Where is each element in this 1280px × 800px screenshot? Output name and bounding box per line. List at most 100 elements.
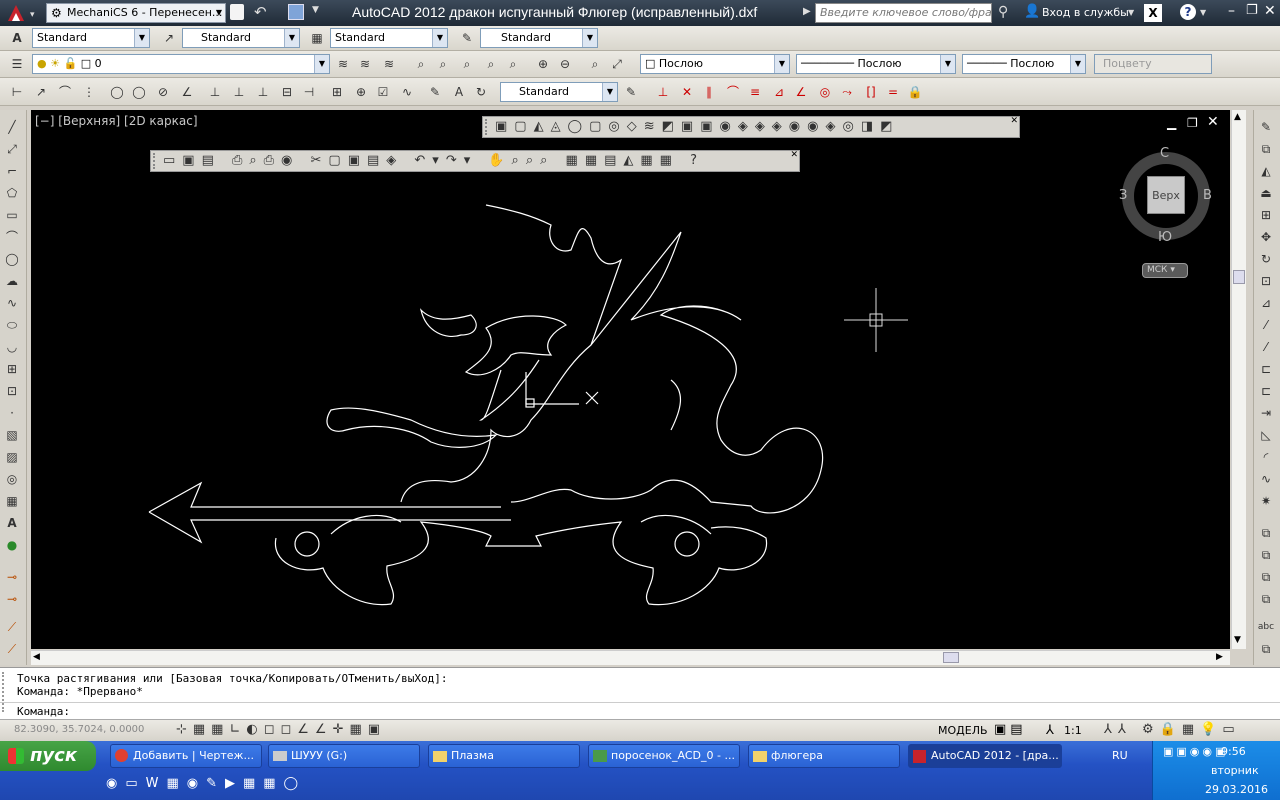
mechanics-parallel-icon[interactable]: ∥	[700, 83, 718, 101]
linetype-combo[interactable]: ──────── Послою ▼	[796, 54, 956, 74]
draworder-back-icon[interactable]: ⧉	[1257, 568, 1275, 586]
signin-link[interactable]: Вход в службы	[1042, 6, 1129, 19]
trim-icon[interactable]: ⁄	[1257, 316, 1275, 334]
dim-style-icon[interactable]: ↗	[160, 29, 178, 47]
viewcube[interactable]: Верх С Ю З В	[1119, 146, 1212, 245]
zoom-realtime-icon[interactable]: ⌕	[412, 55, 430, 73]
layout-icons[interactable]: ▣▤	[994, 722, 1027, 737]
expand-arrow-icon[interactable]: ▶	[803, 6, 811, 17]
text-order-icon[interactable]: abc	[1257, 618, 1275, 636]
angular-dim-icon[interactable]: ∠	[178, 83, 196, 101]
help-search-input[interactable]: Введите ключевое слово/фразу	[815, 3, 992, 23]
color-combo[interactable]: □ Послою ▼	[640, 54, 790, 74]
mechanics-bracket-icon[interactable]: []	[862, 83, 880, 101]
compass-west[interactable]: З	[1119, 188, 1127, 203]
mirror-icon[interactable]: ◭	[1257, 162, 1275, 180]
compass-east[interactable]: В	[1203, 188, 1212, 203]
baseline-dim-icon[interactable]: ⊥	[230, 83, 248, 101]
layer-previous-icon[interactable]: ≋	[356, 55, 374, 73]
dim-style-combo[interactable]: Standard ▼	[182, 28, 300, 48]
status-tray-icons[interactable]: ⅄⅄ ⚙🔒▦💡▭	[1104, 722, 1241, 737]
rectangle-icon[interactable]: ▭	[3, 206, 21, 224]
minimize-icon[interactable]: –	[1228, 3, 1235, 19]
help-dropdown-icon[interactable]: ▼	[1200, 8, 1206, 17]
vertical-scrollbar[interactable]: ▲ ▼	[1231, 110, 1246, 649]
coordinate-readout[interactable]: 82.3090, 35.7024, 0.0000	[14, 724, 144, 735]
ellipse-arc-icon[interactable]: ◡	[3, 338, 21, 356]
gradient-icon[interactable]: ▨	[3, 448, 21, 466]
fillet-icon[interactable]: ◜	[1257, 448, 1275, 466]
task-folder-weathervanes[interactable]: флюгера	[748, 744, 900, 768]
customize-qat-icon[interactable]: ▼	[312, 5, 319, 15]
model-toggle[interactable]: МОДЕЛЬ	[938, 724, 988, 737]
toolbar-grip[interactable]	[485, 119, 491, 135]
restore-icon[interactable]: ❐	[1246, 3, 1258, 18]
move-icon[interactable]: ✥	[1257, 228, 1275, 246]
draworder-above-icon[interactable]: ⧉	[1257, 590, 1275, 608]
zoom-out-icon[interactable]: ⊖	[556, 55, 574, 73]
scroll-right-icon[interactable]: ▶	[1216, 652, 1223, 662]
jogged-linear-icon[interactable]: ∿	[398, 83, 416, 101]
quick-dim-icon[interactable]: ⊥	[206, 83, 224, 101]
zoom-extents-icon[interactable]: ⤢	[608, 55, 626, 73]
layer-current-icon[interactable]: ≋	[334, 55, 352, 73]
explode-icon[interactable]: ✷	[1257, 492, 1275, 510]
dim-style-manager-icon[interactable]: ✎	[622, 83, 640, 101]
copy-icon[interactable]: ⧉	[1257, 140, 1275, 158]
new-file-icon[interactable]	[230, 4, 244, 20]
layer-state-icon[interactable]: ≋	[380, 55, 398, 73]
snap-nearest-icon[interactable]: ⟋	[3, 640, 21, 658]
break-icon[interactable]: ⊏	[1257, 382, 1275, 400]
undo-icon[interactable]: ↶	[254, 3, 267, 21]
construction-line-icon[interactable]: ⤢	[3, 140, 21, 158]
toolbar-close-icon[interactable]: ✕	[1010, 116, 1018, 126]
ellipse-icon[interactable]: ⬭	[3, 316, 21, 334]
binoculars-icon[interactable]: ⚲	[998, 4, 1008, 20]
scale-icon[interactable]: ⊡	[1257, 272, 1275, 290]
task-folder-plasma[interactable]: Плазма	[428, 744, 580, 768]
mechanics-trim-icon[interactable]: ✕	[678, 83, 696, 101]
region-icon[interactable]: ◎	[3, 470, 21, 488]
dim-text-edit-icon[interactable]: A	[450, 83, 468, 101]
drafting-toggles[interactable]: ⊹▦▦∟◐◻◻∠∠✛▦▣	[176, 722, 386, 737]
table-icon[interactable]: ▦	[3, 492, 21, 510]
radius-dim-icon[interactable]: ◯	[108, 83, 126, 101]
clock-time[interactable]: 9:56	[1221, 745, 1246, 758]
annotation-scale[interactable]: 1:1	[1064, 724, 1082, 737]
arc-length-icon[interactable]: ⌒	[56, 83, 74, 101]
scroll-thumb[interactable]	[943, 652, 959, 663]
dim-edit-icon[interactable]: ✎	[426, 83, 444, 101]
continue-dim-icon[interactable]: ⊥	[254, 83, 272, 101]
layer-combo[interactable]: ● ☀ 🔓 □ 0 ▼	[32, 54, 330, 74]
zoom-scale-icon[interactable]: ⌕	[482, 55, 500, 73]
zoom-window-icon[interactable]: ⌕	[434, 55, 452, 73]
snap-midpoint-icon[interactable]: ⊸	[3, 590, 21, 608]
ucs-menu-button[interactable]: МСК ▾	[1142, 263, 1188, 278]
text-style-combo[interactable]: Standard ▼	[32, 28, 150, 48]
mechanics-extend-icon[interactable]: ⤳	[838, 83, 856, 101]
dim-space-icon[interactable]: ⊟	[278, 83, 296, 101]
app-menu-button[interactable]: ▾	[2, 2, 42, 24]
dim-break-icon[interactable]: ⊣	[300, 83, 318, 101]
linear-dim-icon[interactable]: ⊢	[8, 83, 26, 101]
tray-icons[interactable]: ▣▣◉◉▣	[1163, 745, 1228, 758]
extend-icon[interactable]: ⁄	[1257, 338, 1275, 356]
line-icon[interactable]: ╱	[3, 118, 21, 136]
point-icon[interactable]: ·	[3, 404, 21, 422]
aligned-dim-icon[interactable]: ↗	[32, 83, 50, 101]
lineweight-combo[interactable]: ────── Послою ▼	[962, 54, 1086, 74]
task-chrome[interactable]: Добавить | Чертеж...	[110, 744, 262, 768]
break-at-point-icon[interactable]: ⊏	[1257, 360, 1275, 378]
viewport-close-icon[interactable]: ✕	[1207, 114, 1219, 130]
plot-icon[interactable]	[288, 4, 304, 20]
inspect-icon[interactable]: ☑	[374, 83, 392, 101]
annotation-scale-icon[interactable]: ⅄	[1046, 723, 1054, 738]
hatch-icon[interactable]: ▧	[3, 426, 21, 444]
diameter-dim-icon[interactable]: ⊘	[154, 83, 172, 101]
polyline-icon[interactable]: ⌐	[3, 162, 21, 180]
mechanics-equal-icon[interactable]: =	[884, 83, 902, 101]
center-mark-icon[interactable]: ⊕	[352, 83, 370, 101]
tolerance-icon[interactable]: ⊞	[328, 83, 346, 101]
dim-order-icon[interactable]: ⧉	[1257, 640, 1275, 658]
scroll-down-icon[interactable]: ▼	[1234, 635, 1241, 645]
